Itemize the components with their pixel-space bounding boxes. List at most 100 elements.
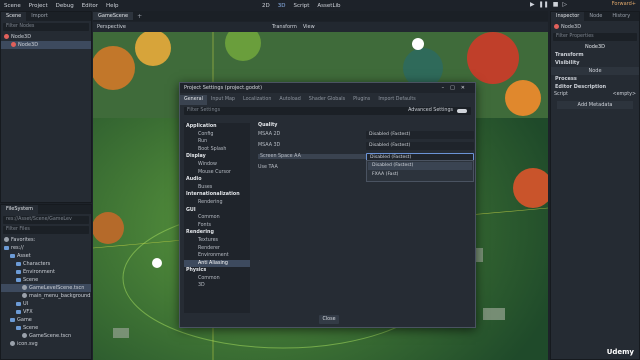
udemy-watermark: Udemy xyxy=(606,348,634,356)
file-tree-item[interactable]: GameScene.tscn xyxy=(1,332,91,340)
file-tree-item[interactable]: Environment xyxy=(1,268,91,276)
menu-scene[interactable]: Scene xyxy=(0,3,25,9)
script-value[interactable]: <empty> xyxy=(613,91,636,99)
settings-subcategory[interactable]: Fonts xyxy=(184,222,250,230)
section-editor-description[interactable]: Editor Description xyxy=(551,83,639,91)
settings-subcategory[interactable]: Run xyxy=(184,138,250,146)
settings-subcategory[interactable]: Anti Aliasing xyxy=(184,259,250,268)
filter-files-input[interactable]: Filter Files xyxy=(3,226,89,234)
file-tree-item[interactable]: Game xyxy=(1,316,91,324)
filter-nodes-input[interactable]: Filter Nodes xyxy=(3,23,89,31)
stop-icon[interactable]: ■ xyxy=(553,1,559,8)
folder-icon xyxy=(10,317,15,322)
settings-category[interactable]: GUI xyxy=(184,207,250,215)
settings-subcategory[interactable]: Rendering xyxy=(184,199,250,207)
advanced-settings-label[interactable]: Advanced Settings xyxy=(408,107,453,115)
settings-subcategory[interactable]: Window xyxy=(184,161,250,169)
folder-icon xyxy=(16,269,21,274)
settings-category[interactable]: Application xyxy=(184,123,250,131)
file-tree-item[interactable]: Asset xyxy=(1,252,91,260)
folder-icon xyxy=(16,261,21,266)
section-visibility[interactable]: Visibility xyxy=(551,59,639,67)
file-tree-item[interactable]: Favorites: xyxy=(1,236,91,244)
file-tree-item[interactable]: UI xyxy=(1,300,91,308)
inspected-node[interactable]: Node3D xyxy=(551,23,639,31)
window-controls[interactable]: –□✕ xyxy=(442,85,471,91)
dialog-tab-general[interactable]: General xyxy=(180,95,207,105)
folder-icon xyxy=(4,245,9,250)
workspace-assetlib[interactable]: AssetLib xyxy=(313,3,344,9)
property-dropdown[interactable]: Disabled (Fastest) xyxy=(366,142,474,150)
dialog-tab-input-map[interactable]: Input Map xyxy=(207,95,239,105)
settings-subcategory[interactable]: Buses xyxy=(184,184,250,192)
pause-icon[interactable]: ❚❚ xyxy=(539,1,549,8)
dialog-tab-shader-globals[interactable]: Shader Globals xyxy=(305,95,349,105)
dialog-tab-plugins[interactable]: Plugins xyxy=(349,95,374,105)
dropdown-option[interactable]: FXAA (Fast) xyxy=(368,171,472,179)
file-icon xyxy=(22,333,27,338)
tab-gamescene[interactable]: GameScene xyxy=(93,12,134,20)
file-tree-item[interactable]: res:// xyxy=(1,244,91,252)
menu-transform[interactable]: Transform xyxy=(272,24,297,30)
tab-scene[interactable]: Scene xyxy=(1,12,27,21)
menu-help[interactable]: Help xyxy=(102,3,123,9)
settings-category[interactable]: Rendering xyxy=(184,229,250,237)
settings-category[interactable]: Display xyxy=(184,153,250,161)
workspace-3d[interactable]: 3D xyxy=(274,3,290,9)
dialog-tab-import-defaults[interactable]: Import Defaults xyxy=(374,95,419,105)
tab-history[interactable]: History xyxy=(607,12,635,21)
file-tree-item[interactable]: main_menu_background.tscn xyxy=(1,292,91,300)
dialog-tab-autoload[interactable]: Autoload xyxy=(275,95,304,105)
viewport-perspective-label[interactable]: Perspective xyxy=(97,24,126,30)
section-transform[interactable]: Transform xyxy=(551,51,639,59)
folder-icon xyxy=(16,309,21,314)
settings-subcategory[interactable]: Common xyxy=(184,214,250,222)
tab-node[interactable]: Node xyxy=(584,12,607,21)
settings-subcategory[interactable]: Mouse Cursor xyxy=(184,169,250,177)
add-metadata-button[interactable]: Add Metadata xyxy=(557,101,633,109)
section-process[interactable]: Process xyxy=(551,75,639,83)
settings-subcategory[interactable]: Common xyxy=(184,275,250,283)
filter-settings-input[interactable]: Filter Settings Advanced Settings xyxy=(184,107,471,115)
file-tree-item[interactable]: Scene xyxy=(1,324,91,332)
add-tab-icon[interactable]: + xyxy=(133,13,146,20)
dropdown-option[interactable]: Disabled (Fastest) xyxy=(368,162,472,170)
advanced-settings-toggle[interactable] xyxy=(457,109,467,113)
viewport-toolbar: Perspective Transform View xyxy=(93,22,548,32)
property-label: Use TAA xyxy=(258,165,278,170)
close-button[interactable]: Close xyxy=(319,315,339,324)
settings-subcategory[interactable]: Boot Splash xyxy=(184,146,250,154)
settings-subcategory[interactable]: Textures xyxy=(184,237,250,245)
settings-subcategory[interactable]: 3D xyxy=(184,282,250,290)
tab-import[interactable]: Import xyxy=(26,12,53,21)
path-field[interactable]: res://Asset/Scene/GameLev xyxy=(3,216,89,224)
menu-editor[interactable]: Editor xyxy=(78,3,102,9)
play-icon[interactable]: ▶ xyxy=(530,1,535,8)
folder-icon xyxy=(10,253,15,258)
tab-filesystem[interactable]: FileSystem xyxy=(1,205,39,214)
tree-node-root[interactable]: Node3D xyxy=(1,33,91,41)
settings-subcategory[interactable]: Renderer xyxy=(184,245,250,253)
tab-inspector[interactable]: Inspector xyxy=(551,12,585,21)
dialog-tab-localization[interactable]: Localization xyxy=(239,95,275,105)
settings-category[interactable]: Physics xyxy=(184,267,250,275)
file-tree-item[interactable]: VFX xyxy=(1,308,91,316)
file-tree-item[interactable]: Scene xyxy=(1,276,91,284)
settings-category[interactable]: Audio xyxy=(184,176,250,184)
property-dropdown[interactable]: Disabled (Fastest) xyxy=(366,131,474,139)
menu-project[interactable]: Project xyxy=(25,3,52,9)
settings-category[interactable]: Internationalization xyxy=(184,191,250,199)
tree-node-child[interactable]: Node3D xyxy=(1,41,91,49)
settings-subcategory[interactable]: Environment xyxy=(184,252,250,260)
renderer-selector[interactable]: Forward+ xyxy=(612,1,636,7)
menu-debug[interactable]: Debug xyxy=(52,3,78,9)
workspace-2d[interactable]: 2D xyxy=(258,3,274,9)
play-scene-icon[interactable]: ▷ xyxy=(562,1,567,8)
workspace-script[interactable]: Script xyxy=(289,3,313,9)
settings-subcategory[interactable]: Config xyxy=(184,131,250,139)
file-tree-item[interactable]: GameLevelScene.tscn xyxy=(1,284,91,292)
file-tree-item[interactable]: icon.svg xyxy=(1,340,91,348)
menu-view[interactable]: View xyxy=(303,24,315,30)
filter-properties-input[interactable]: Filter Properties xyxy=(553,33,637,41)
file-tree-item[interactable]: Characters xyxy=(1,260,91,268)
